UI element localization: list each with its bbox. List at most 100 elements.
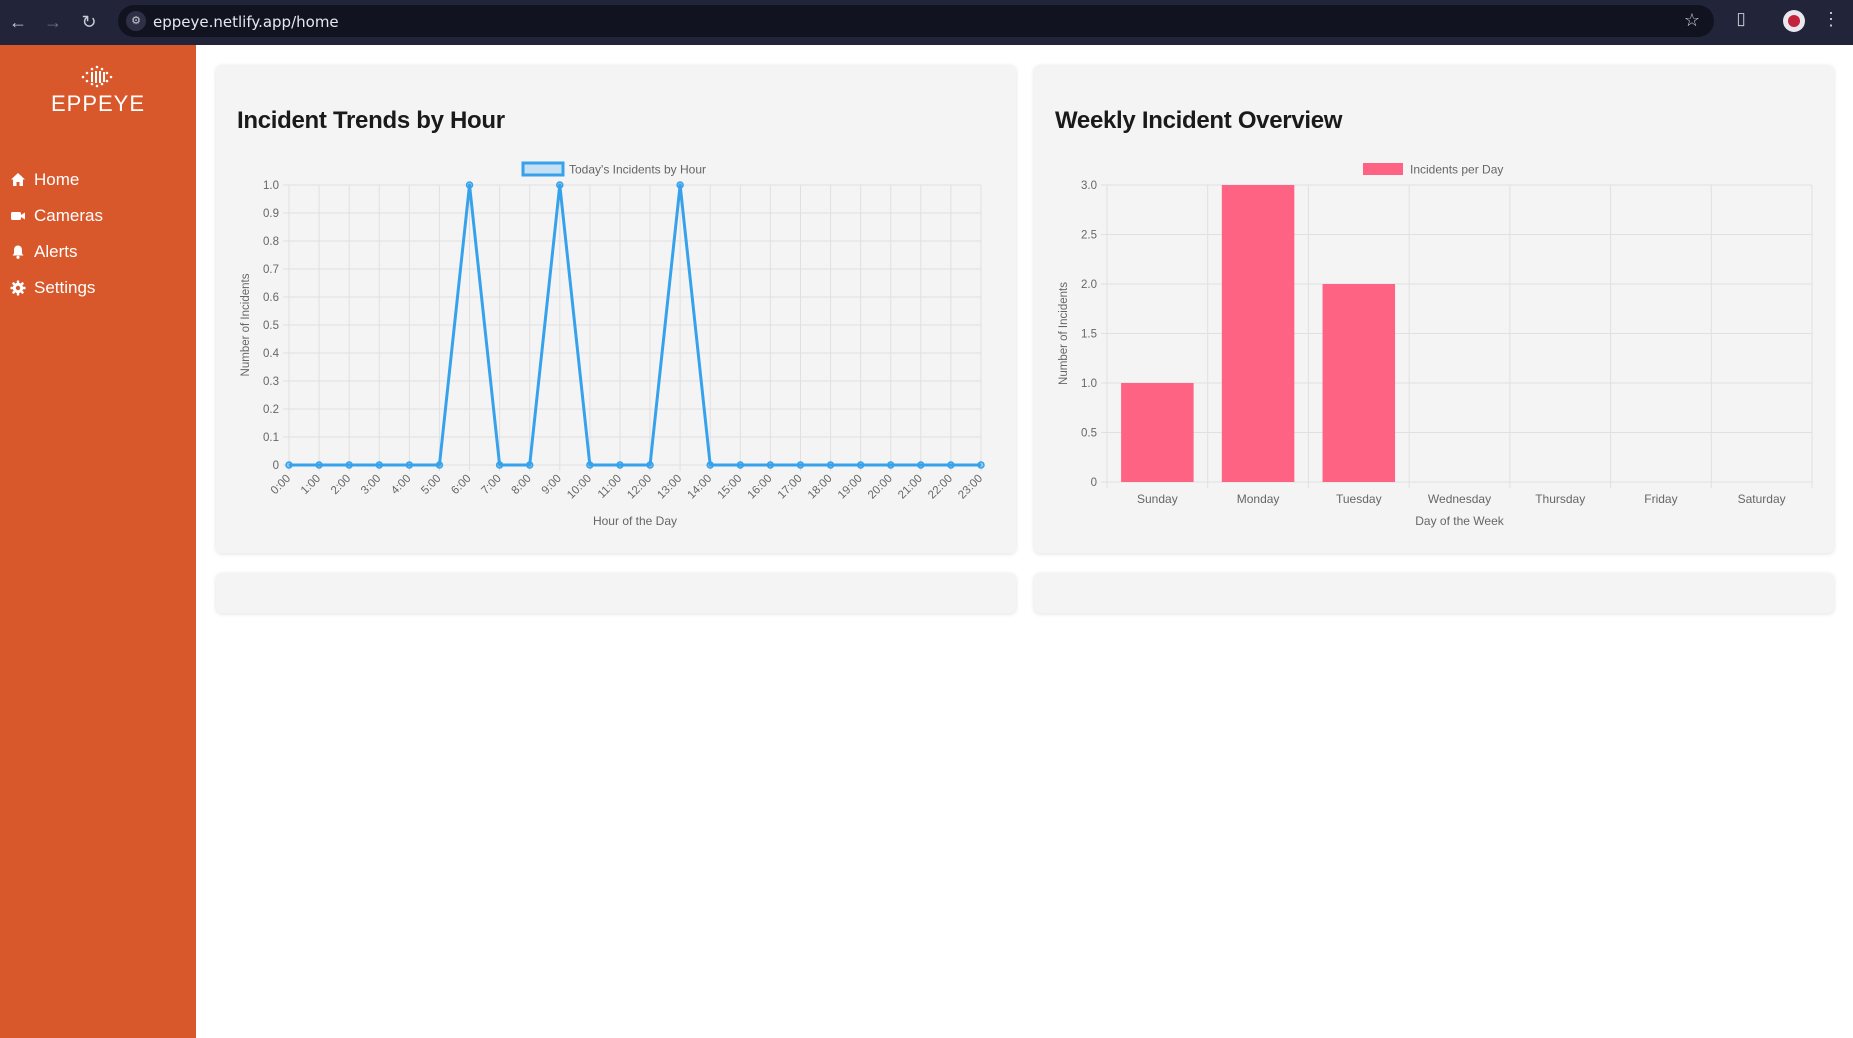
data-point [736, 461, 745, 469]
x-tick-label: Saturday [1738, 492, 1786, 506]
x-tick-label: 22:00 [926, 473, 955, 502]
browser-menu-icon[interactable]: ⋮ [1822, 9, 1840, 30]
reload-icon[interactable]: ↻ [77, 10, 101, 34]
x-axis-title: Day of the Week [1415, 514, 1504, 528]
data-point [646, 461, 654, 469]
empty-card-right [1034, 573, 1834, 613]
legend-label: Today's Incidents by Hour [569, 163, 706, 177]
empty-card-left [216, 573, 1016, 613]
y-tick-label: 0.7 [263, 264, 279, 276]
bookmark-star-icon[interactable]: ☆ [1684, 10, 1700, 31]
y-tick-label: 1.5 [1081, 329, 1097, 341]
weekly-bar-chart: Incidents per Day 0 0.5 1.0 1.5 2.0 2.5 3.0 Sund… [1058, 163, 1813, 528]
x-axis-title: Hour of the Day [593, 514, 677, 528]
y-axis-title: Number of Incidents [1058, 282, 1070, 385]
x-tick-label: 16:00 [746, 473, 775, 502]
x-tick-label: Tuesday [1336, 492, 1382, 506]
sidebar-item-alerts[interactable]: Alerts [0, 237, 196, 267]
y-tick-label: 2.0 [1081, 279, 1097, 291]
sidebar-item-label: Alerts [34, 242, 78, 261]
y-tick-label: 0.6 [263, 292, 279, 304]
url-text[interactable]: eppeye.netlify.app/home [153, 13, 339, 31]
data-point [345, 461, 353, 469]
x-tick-label: 2:00 [329, 473, 353, 497]
x-tick-label: 18:00 [806, 473, 835, 502]
sidebar: EPPEYE Home Cameras Alerts Settings [0, 45, 196, 1038]
site-info-icon[interactable]: ⚙ [126, 11, 146, 31]
sidebar-item-home[interactable]: Home [0, 165, 196, 195]
y-tick-label: 3.0 [1081, 180, 1097, 192]
data-point [525, 461, 534, 469]
x-tick-label: 14:00 [686, 473, 715, 502]
x-tick-label: Wednesday [1428, 492, 1491, 506]
sidebar-item-settings[interactable]: Settings [0, 273, 196, 303]
forward-arrow-icon[interactable]: → [41, 10, 65, 34]
x-tick-label: 3:00 [359, 473, 383, 497]
data-point [676, 181, 684, 189]
data-point [977, 461, 985, 469]
data-point [796, 461, 805, 469]
gear-icon [10, 280, 26, 296]
data-point [826, 461, 835, 469]
x-tick-label: 8:00 [509, 473, 533, 497]
x-tick-label: 15:00 [716, 473, 745, 502]
y-tick-label: 0.5 [1081, 428, 1097, 440]
data-point [285, 461, 293, 469]
home-icon [11, 173, 25, 186]
data-point [947, 461, 955, 469]
x-tick-label: 12:00 [625, 473, 654, 502]
x-tick-label: Friday [1644, 492, 1677, 506]
hourly-incidents-card: Incident Trends by Hour Today's Incident… [216, 65, 1016, 553]
data-point [495, 461, 504, 469]
x-tick-label: 7:00 [479, 473, 503, 497]
y-tick-label: 0.5 [263, 320, 279, 332]
y-axis-title: Number of Incidents [240, 273, 252, 376]
data-point [616, 461, 624, 469]
address-bar[interactable]: ⚙ eppeye.netlify.app/home ☆ [118, 5, 1714, 37]
data-point [556, 181, 564, 189]
browser-toolbar: ← → ↻ ⚙ eppeye.netlify.app/home ☆ ▯ ⋮ [0, 0, 1853, 45]
back-arrow-icon[interactable]: ← [6, 10, 30, 34]
bar [1221, 185, 1295, 482]
x-tick-label: 21:00 [896, 473, 925, 502]
eppeye-logo-icon [81, 65, 113, 88]
data-point [706, 461, 714, 469]
data-point [586, 461, 594, 469]
legend-swatch [521, 161, 565, 177]
x-tick-label: Monday [1237, 492, 1280, 506]
data-point [917, 461, 925, 469]
y-tick-label: 0.1 [263, 432, 279, 444]
y-tick-label: 0 [1091, 477, 1097, 489]
data-point [886, 461, 895, 469]
data-point [465, 181, 474, 189]
sidebar-item-label: Settings [34, 278, 96, 297]
sidebar-item-cameras[interactable]: Cameras [0, 201, 196, 231]
x-tick-label: 1:00 [299, 473, 323, 497]
x-tick-label: 10:00 [565, 473, 594, 502]
data-point [766, 461, 775, 469]
sidebar-item-label: Home [34, 170, 80, 189]
sidebar-item-label: Cameras [34, 206, 103, 225]
x-tick-label: Thursday [1535, 492, 1585, 506]
y-tick-label: 0.8 [263, 236, 279, 248]
legend-swatch [1363, 163, 1403, 175]
extensions-icon[interactable]: ▯ [1730, 9, 1752, 31]
x-tick-label: 23:00 [956, 473, 985, 502]
x-tick-label: 4:00 [389, 473, 413, 497]
data-point [375, 461, 384, 469]
brand-name: EPPEYE [50, 91, 146, 116]
y-tick-label: 0.4 [263, 348, 280, 360]
x-tick-label: 11:00 [596, 473, 624, 501]
x-tick-label: 13:00 [655, 473, 684, 502]
legend-label: Incidents per Day [1410, 163, 1503, 177]
x-tick-label: 17:00 [776, 473, 805, 502]
y-tick-label: 0.9 [263, 208, 279, 220]
data-point [315, 461, 323, 469]
data-point [405, 461, 414, 469]
profile-avatar[interactable] [1783, 10, 1805, 32]
x-tick-label: Sunday [1137, 492, 1178, 506]
bell-icon [12, 245, 24, 259]
y-tick-label: 1.0 [1081, 378, 1097, 390]
y-tick-label: 0.2 [263, 404, 279, 416]
x-tick-label: 9:00 [540, 473, 564, 497]
